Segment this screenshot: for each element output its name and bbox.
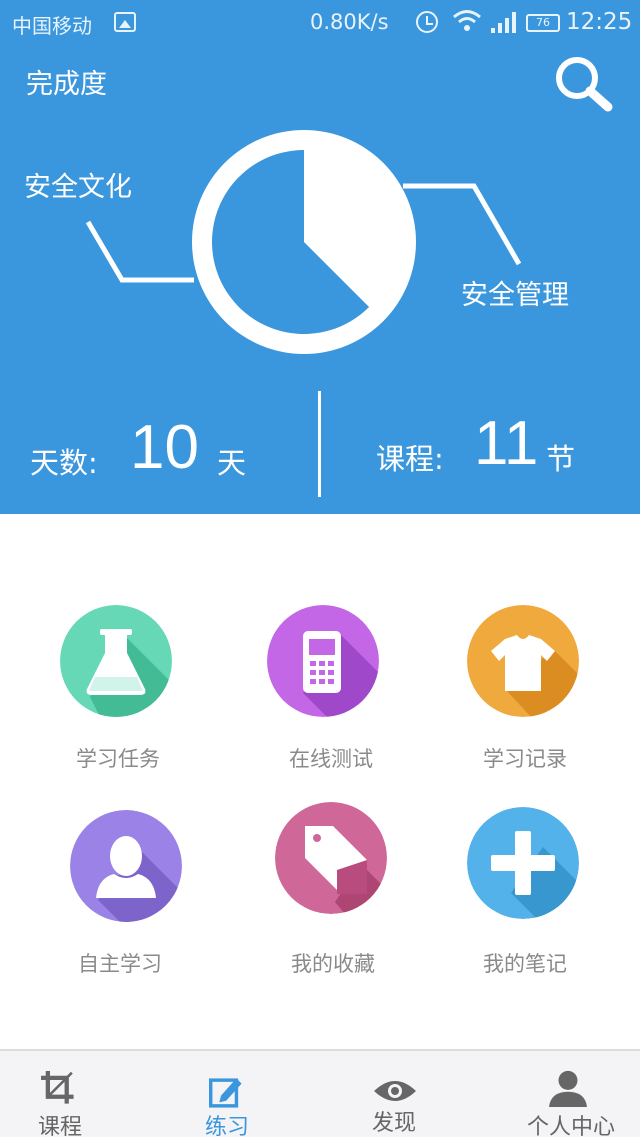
completion-panel: 中国移动 0.80K/s 76 12:25 完成度 安全文化 安全管理 天数: … (0, 0, 640, 514)
days-value: 10 (130, 413, 199, 482)
days-unit: 天 (217, 446, 247, 480)
grid-label: 自主学习 (78, 952, 162, 976)
page-title: 完成度 (26, 69, 107, 100)
alarm-icon (416, 11, 438, 33)
tag-icon (275, 802, 387, 914)
eye-icon (374, 1081, 416, 1101)
nav-label: 练习 (204, 1115, 249, 1137)
nav-label: 发现 (371, 1111, 416, 1136)
signal-icon (491, 12, 516, 33)
tshirt-icon (467, 605, 579, 717)
nav-item-profile[interactable]: 个人中心 (509, 1051, 633, 1137)
chart-label-right: 安全管理 (461, 280, 569, 311)
search-icon[interactable] (553, 54, 615, 112)
person-icon (70, 810, 182, 922)
bottom-navigation: 课程 练习 发现 个人中心 (0, 1049, 640, 1137)
wifi-icon (453, 10, 481, 31)
grid-label: 学习记录 (483, 747, 567, 771)
nav-label: 个人中心 (526, 1115, 615, 1137)
grid-item-study-records[interactable]: 学习记录 (423, 605, 623, 795)
grid-item-my-notes[interactable]: 我的笔记 (423, 807, 623, 997)
nav-label: 课程 (37, 1115, 82, 1137)
flask-icon (60, 605, 172, 717)
right-leader-line (403, 183, 522, 266)
grid-label: 我的收藏 (291, 952, 375, 976)
status-time: 12:25 (566, 9, 633, 35)
grid-label: 我的笔记 (483, 952, 567, 976)
crop-icon (41, 1071, 74, 1104)
stats-divider (318, 391, 321, 497)
grid-item-online-test[interactable]: 在线测试 (223, 605, 423, 795)
grid-item-study-tasks[interactable]: 学习任务 (16, 605, 216, 795)
image-notification-icon (114, 12, 136, 32)
nav-item-discover[interactable]: 发现 (334, 1051, 454, 1137)
courses-label: 课程: (376, 442, 444, 476)
courses-value: 11 (474, 409, 539, 478)
battery-icon: 76 (526, 14, 560, 32)
grid-label: 在线测试 (289, 747, 373, 771)
mobile-phone-icon (267, 605, 379, 717)
status-bar: 中国移动 0.80K/s 76 12:25 (0, 0, 640, 46)
grid-item-my-favorites[interactable]: 我的收藏 (231, 802, 431, 992)
nav-item-courses[interactable]: 课程 (0, 1051, 120, 1137)
days-label: 天数: (30, 446, 98, 480)
grid-item-self-study[interactable]: 自主学习 (26, 810, 226, 1000)
grid-label: 学习任务 (76, 747, 160, 771)
plus-icon (467, 807, 579, 919)
edit-icon (209, 1078, 242, 1108)
user-icon (549, 1070, 587, 1107)
left-leader-line (85, 220, 194, 283)
network-speed: 0.80K/s (310, 10, 389, 34)
nav-item-practice[interactable]: 练习 (167, 1051, 287, 1137)
carrier-name: 中国移动 (12, 14, 92, 38)
chart-label-left: 安全文化 (24, 172, 132, 203)
courses-unit: 节 (546, 442, 576, 476)
completion-pie-chart (85, 130, 522, 354)
